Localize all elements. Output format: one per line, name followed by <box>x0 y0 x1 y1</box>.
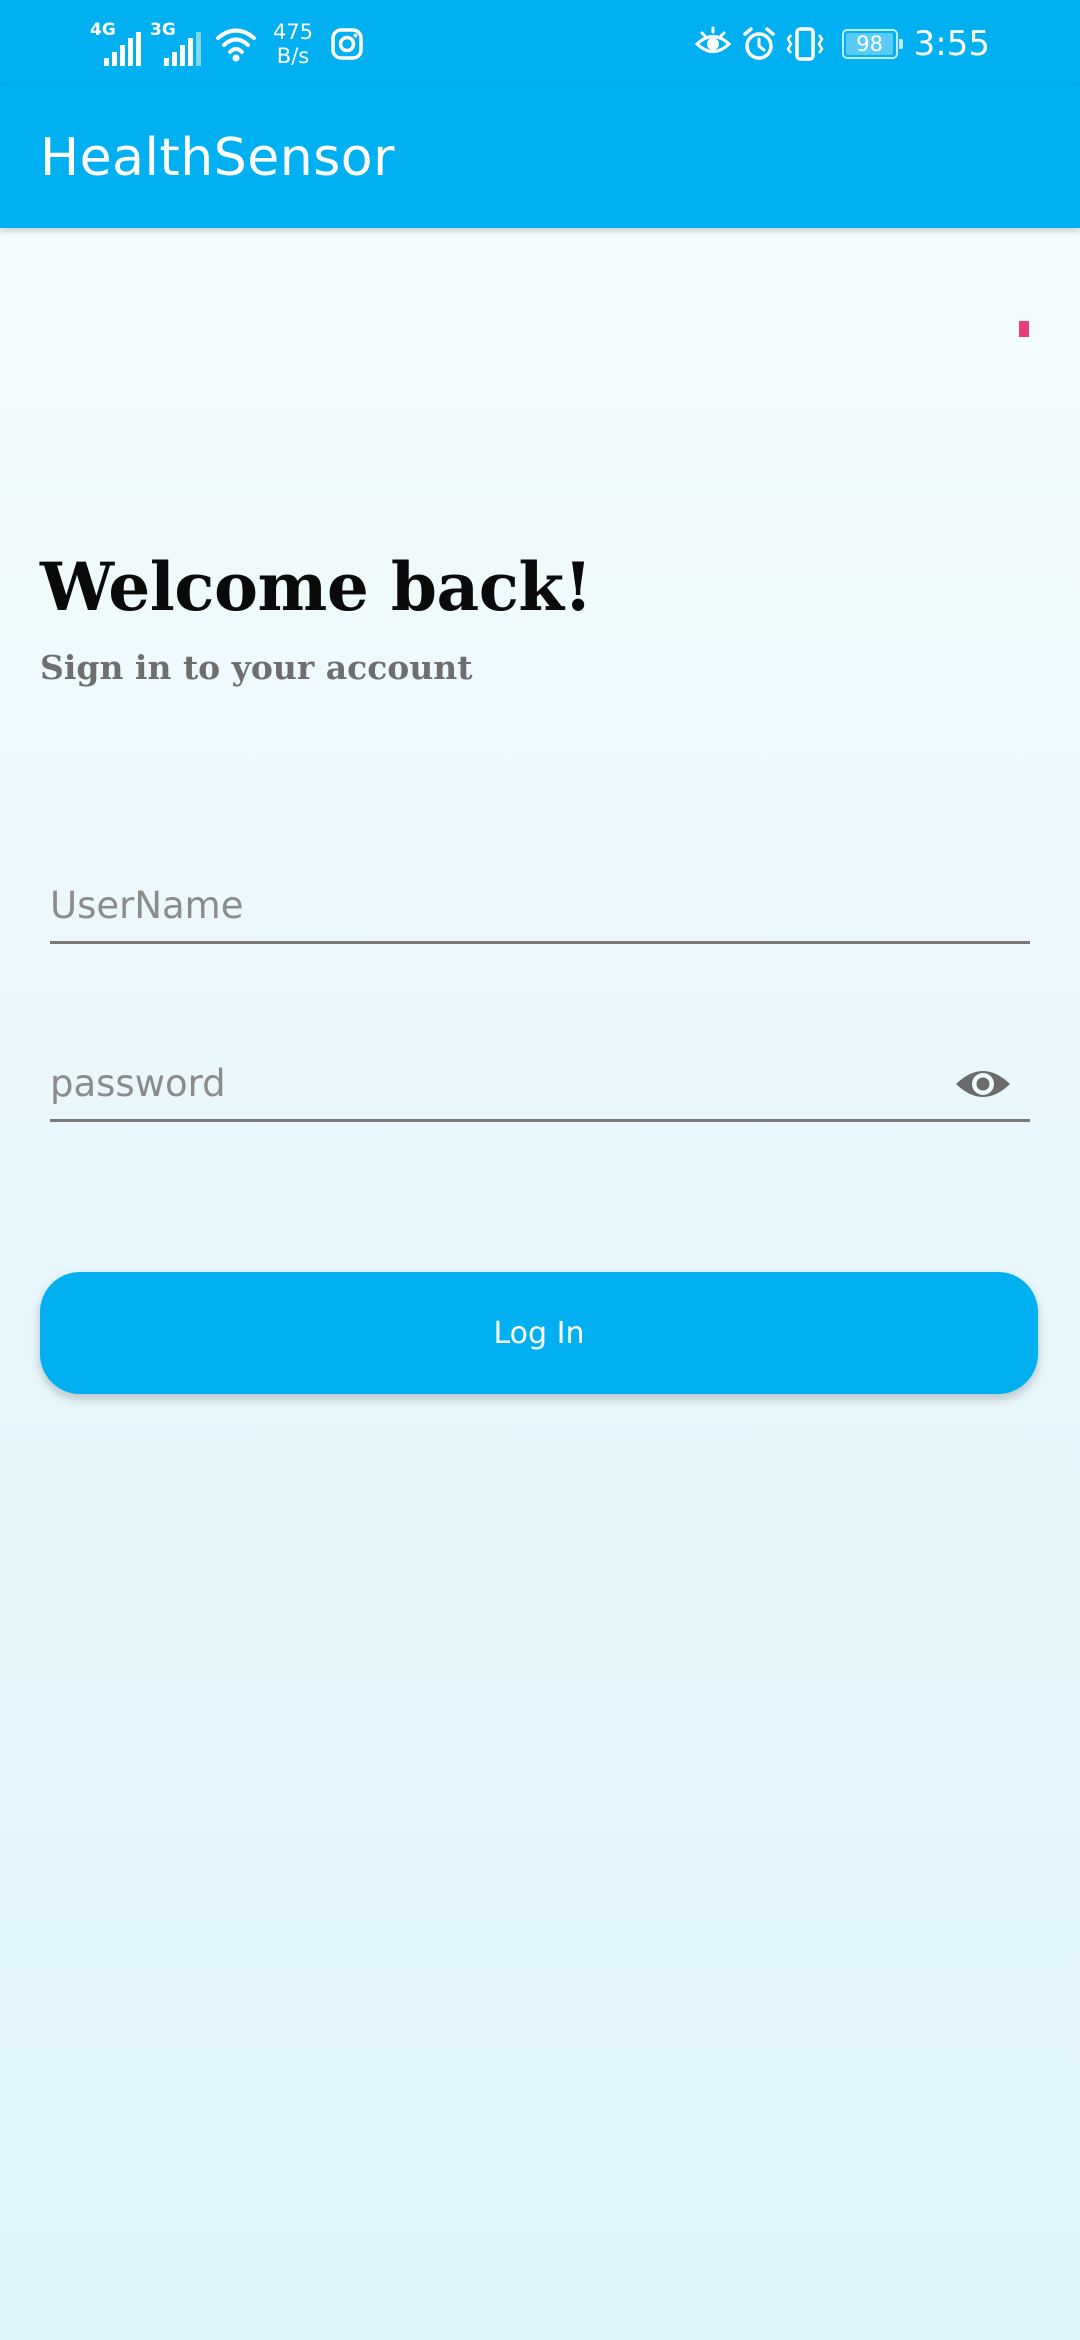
password-field-container <box>50 1058 1030 1122</box>
username-field-container <box>50 880 1030 944</box>
signal-3g: 3G <box>150 22 208 66</box>
network-speed-value: 475 <box>272 20 314 44</box>
welcome-heading: Welcome back! <box>40 548 593 626</box>
app-bar: HealthSensor <box>0 84 1080 228</box>
battery-icon: 98 <box>841 29 903 59</box>
login-button[interactable]: Log In <box>40 1272 1038 1394</box>
signal-icon <box>104 32 141 66</box>
network-speed-unit: B/s <box>276 44 310 68</box>
username-input[interactable] <box>50 880 1030 944</box>
signal-4g: 4G <box>90 22 148 66</box>
signal-icon <box>164 32 201 66</box>
status-bar-right: 98 3:55 <box>694 14 990 74</box>
password-input[interactable] <box>50 1058 1030 1122</box>
battery-level: 98 <box>856 32 883 56</box>
debug-marker <box>1019 321 1029 337</box>
wifi-icon <box>216 28 256 62</box>
network-speed: 475 B/s <box>268 20 318 68</box>
eye-comfort-icon <box>694 26 731 53</box>
instagram-icon <box>331 28 363 60</box>
vibrate-icon <box>786 27 824 61</box>
status-bar: 4G 3G 475 B/s 98 3:55 <box>0 0 1080 84</box>
alarm-icon <box>742 27 775 60</box>
status-bar-left: 4G 3G 475 B/s <box>90 14 364 74</box>
clock: 3:55 <box>913 24 990 64</box>
sign-in-subtitle: Sign in to your account <box>40 648 473 687</box>
app-title: HealthSensor <box>40 128 395 188</box>
eye-icon[interactable] <box>954 1064 1012 1104</box>
